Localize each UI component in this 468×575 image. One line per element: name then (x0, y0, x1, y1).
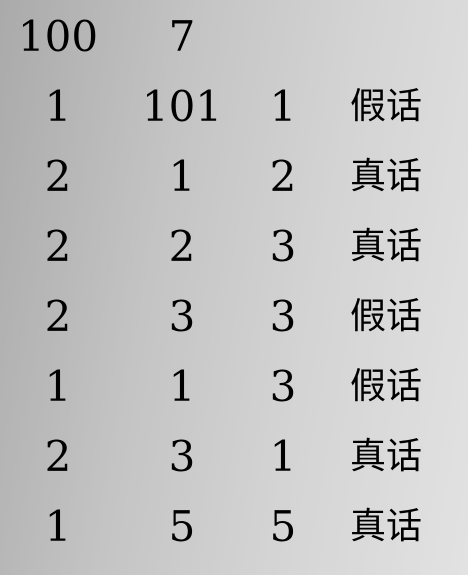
table-row: 2 2 3 真话 (0, 212, 468, 282)
cell-col1: 2 (44, 292, 72, 341)
header-value-k: 7 (168, 12, 196, 61)
cell-col2: 1 (168, 362, 196, 411)
table-row: 2 3 1 真话 (0, 422, 468, 492)
cell-col2: 101 (141, 82, 223, 131)
table-row: 1 101 1 假话 (0, 72, 468, 142)
data-table: 100 7 1 101 1 假话 2 1 2 真话 2 2 3 真话 2 3 3… (0, 2, 468, 562)
cell-col3: 1 (269, 82, 297, 131)
table-row: 1 1 3 假话 (0, 352, 468, 422)
cell-col3: 5 (269, 502, 297, 551)
table-row: 1 5 5 真话 (0, 492, 468, 562)
cell-verdict: 真话 (349, 436, 422, 477)
cell-col1: 2 (44, 432, 72, 481)
cell-col1: 2 (44, 222, 72, 271)
cell-col2: 3 (168, 432, 196, 481)
cell-col3: 2 (269, 152, 297, 201)
cell-col2: 3 (168, 292, 196, 341)
cell-verdict: 真话 (349, 156, 422, 197)
cell-col1: 1 (44, 362, 72, 411)
cell-col3: 3 (269, 222, 297, 271)
cell-verdict: 假话 (349, 366, 422, 407)
cell-col1: 1 (44, 502, 72, 551)
cell-verdict: 假话 (349, 86, 422, 127)
cell-col2: 2 (168, 222, 196, 271)
cell-col3: 3 (269, 362, 297, 411)
cell-verdict: 真话 (349, 226, 422, 267)
header-row: 100 7 (0, 2, 468, 72)
cell-col1: 2 (44, 152, 72, 201)
cell-col2: 1 (168, 152, 196, 201)
cell-verdict: 假话 (349, 296, 422, 337)
cell-col2: 5 (168, 502, 196, 551)
table-row: 2 3 3 假话 (0, 282, 468, 352)
header-value-n: 100 (17, 12, 99, 61)
cell-col3: 3 (269, 292, 297, 341)
cell-verdict: 真话 (349, 506, 422, 547)
cell-col3: 1 (269, 432, 297, 481)
table-row: 2 1 2 真话 (0, 142, 468, 212)
cell-col1: 1 (44, 82, 72, 131)
